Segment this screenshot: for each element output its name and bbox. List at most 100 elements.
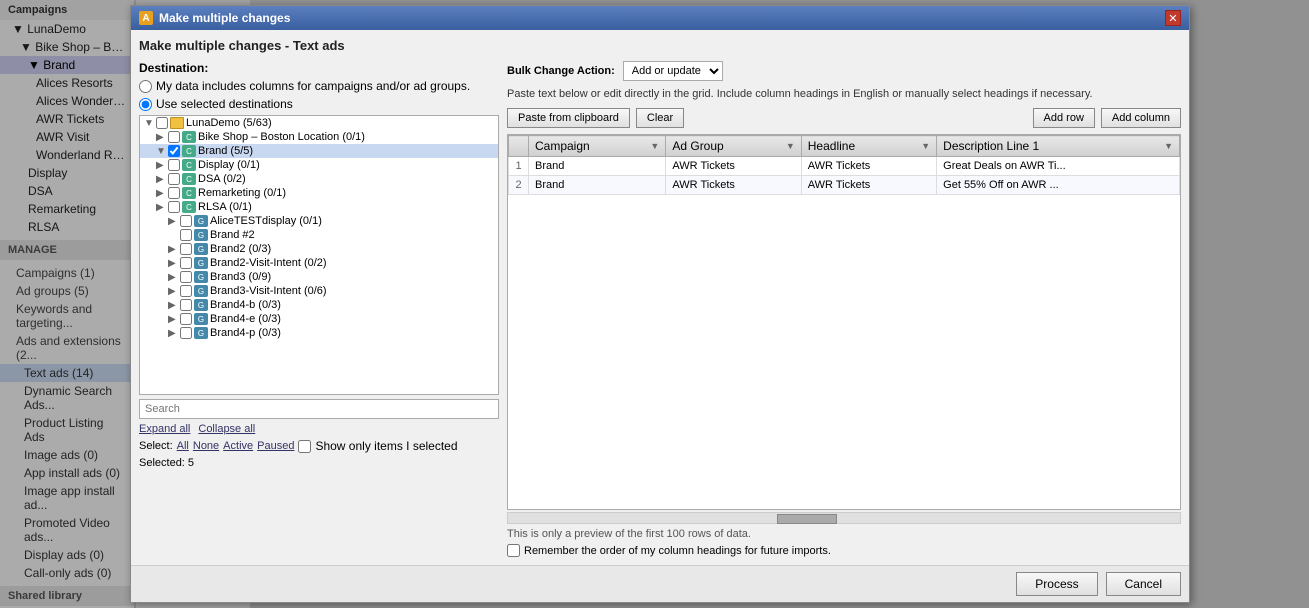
- tree-arrow-brand3: ▶: [168, 272, 178, 283]
- search-input[interactable]: [139, 399, 499, 419]
- tree-check-brand2-hash[interactable]: [180, 229, 192, 241]
- radio-columns[interactable]: [139, 80, 152, 93]
- tree-adgroup-icon-brand2visit: G: [194, 257, 208, 269]
- tree-rlsa[interactable]: ▶ C RLSA (0/1): [140, 200, 498, 214]
- grid-col-desc1[interactable]: Description Line 1 ▼: [937, 136, 1180, 157]
- select-active-link[interactable]: Active: [223, 440, 253, 452]
- grid-col-headline[interactable]: Headline ▼: [801, 136, 936, 157]
- add-row-button[interactable]: Add row: [1033, 108, 1095, 128]
- tree-check-alicetest[interactable]: [180, 215, 192, 227]
- tree-check-brand4b[interactable]: [180, 299, 192, 311]
- preview-note: This is only a preview of the first 100 …: [507, 528, 1181, 540]
- col-dropdown-arrow-headline: ▼: [921, 141, 930, 151]
- tree-dsa[interactable]: ▶ C DSA (0/2): [140, 172, 498, 186]
- tree-brand2-visit[interactable]: ▶ G Brand2-Visit-Intent (0/2): [140, 256, 498, 270]
- tree-label-brand3visit: Brand3-Visit-Intent (0/6): [210, 285, 327, 297]
- col-dropdown-arrow-adgroup: ▼: [786, 141, 795, 151]
- dialog-title: Make multiple changes: [159, 11, 290, 25]
- select-paused-link[interactable]: Paused: [257, 440, 294, 452]
- cancel-button[interactable]: Cancel: [1106, 572, 1181, 596]
- grid-col-campaign[interactable]: Campaign ▼: [529, 136, 666, 157]
- tree-adgroup-icon-brand3: G: [194, 271, 208, 283]
- radio-selected-label: Use selected destinations: [156, 97, 293, 111]
- tree-lunademo[interactable]: ▼ LunaDemo (5/63): [140, 116, 498, 130]
- row-1-adgroup[interactable]: AWR Tickets: [666, 157, 801, 176]
- tree-brand3[interactable]: ▶ G Brand3 (0/9): [140, 270, 498, 284]
- tree-label-rlsa: RLSA (0/1): [198, 201, 252, 213]
- bulk-grid: Campaign ▼ Ad Group ▼: [507, 134, 1181, 510]
- select-none-link[interactable]: None: [193, 440, 219, 452]
- horizontal-scrollbar[interactable]: [507, 512, 1181, 524]
- tree-check-brand[interactable]: [168, 145, 180, 157]
- tree-adgroup-icon-brand4p: G: [194, 327, 208, 339]
- tree-campaign-icon-remarketing: C: [182, 187, 196, 199]
- grid-col-adgroup[interactable]: Ad Group ▼: [666, 136, 801, 157]
- tree-brand4b[interactable]: ▶ G Brand4-b (0/3): [140, 298, 498, 312]
- tree-check-bikeshop[interactable]: [168, 131, 180, 143]
- radio-row-1: My data includes columns for campaigns a…: [139, 79, 499, 93]
- row-1-campaign[interactable]: Brand: [529, 157, 666, 176]
- radio-row-2: Use selected destinations: [139, 97, 499, 111]
- tree-check-rlsa[interactable]: [168, 201, 180, 213]
- tree-campaign-icon-display: C: [182, 159, 196, 171]
- tree-arrow-remarketing: ▶: [156, 188, 166, 199]
- scrollbar-thumb[interactable]: [777, 514, 837, 524]
- tree-brand4p[interactable]: ▶ G Brand4-p (0/3): [140, 326, 498, 340]
- row-2-campaign[interactable]: Brand: [529, 176, 666, 195]
- row-1-headline[interactable]: AWR Tickets: [801, 157, 936, 176]
- tree-display[interactable]: ▶ C Display (0/1): [140, 158, 498, 172]
- tree-arrow-dsa: ▶: [156, 174, 166, 185]
- tree-adgroup-icon-alicetest: G: [194, 215, 208, 227]
- radio-selected[interactable]: [139, 98, 152, 111]
- tree-campaign-icon-brand: C: [182, 145, 196, 157]
- tree-arrow-brand2-visit: ▶: [168, 258, 178, 269]
- tree-check-brand3[interactable]: [180, 271, 192, 283]
- row-2-desc1[interactable]: Get 55% Off on AWR ...: [937, 176, 1180, 195]
- tree-check-brand2-03[interactable]: [180, 243, 192, 255]
- tree-brand3-visit[interactable]: ▶ G Brand3-Visit-Intent (0/6): [140, 284, 498, 298]
- tree-bikeshop[interactable]: ▶ C Bike Shop – Boston Location (0/1): [140, 130, 498, 144]
- tree-check-brand2-visit[interactable]: [180, 257, 192, 269]
- tree-check-display[interactable]: [168, 159, 180, 171]
- tree-brand2-03[interactable]: ▶ G Brand2 (0/3): [140, 242, 498, 256]
- tree-check-brand3-visit[interactable]: [180, 285, 192, 297]
- row-1-desc1[interactable]: Great Deals on AWR Ti...: [937, 157, 1180, 176]
- expand-collapse-row: Expand all Collapse all: [139, 423, 499, 435]
- tree-arrow-brand: ▼: [156, 146, 166, 157]
- show-only-checkbox[interactable]: [298, 440, 311, 453]
- tree-label-dsa: DSA (0/2): [198, 173, 246, 185]
- process-button[interactable]: Process: [1016, 572, 1097, 596]
- col-header-adgroup: Ad Group ▼: [672, 139, 794, 153]
- tree-arrow-brand4e: ▶: [168, 314, 178, 325]
- expand-all-button[interactable]: Expand all: [139, 423, 190, 435]
- select-label: Select:: [139, 440, 173, 452]
- tree-check-lunademo[interactable]: [156, 117, 168, 129]
- tree-check-brand4e[interactable]: [180, 313, 192, 325]
- add-column-button[interactable]: Add column: [1101, 108, 1181, 128]
- tree-brand[interactable]: ▼ C Brand (5/5): [140, 144, 498, 158]
- destination-panel: Destination: My data includes columns fo…: [139, 61, 499, 557]
- row-2-headline[interactable]: AWR Tickets: [801, 176, 936, 195]
- tree-label-brand3: Brand3 (0/9): [210, 271, 271, 283]
- tree-brand2[interactable]: G Brand #2: [140, 228, 498, 242]
- col-header-headline: Headline ▼: [808, 139, 930, 153]
- dialog-close-button[interactable]: ✕: [1165, 10, 1181, 26]
- collapse-all-button[interactable]: Collapse all: [198, 423, 255, 435]
- tree-brand4e[interactable]: ▶ G Brand4-e (0/3): [140, 312, 498, 326]
- dialog-body: Make multiple changes - Text ads Destina…: [131, 30, 1189, 565]
- tree-remarketing[interactable]: ▶ C Remarketing (0/1): [140, 186, 498, 200]
- remember-checkbox[interactable]: [507, 544, 520, 557]
- bulk-action-select[interactable]: Add or update: [623, 61, 723, 81]
- tree-check-dsa[interactable]: [168, 173, 180, 185]
- col-header-campaign: Campaign ▼: [535, 139, 659, 153]
- tree-check-remarketing[interactable]: [168, 187, 180, 199]
- radio-columns-label: My data includes columns for campaigns a…: [156, 79, 470, 93]
- row-2-adgroup[interactable]: AWR Tickets: [666, 176, 801, 195]
- grid-col-num: [509, 136, 529, 157]
- bulk-action-label: Bulk Change Action:: [507, 65, 615, 77]
- paste-from-clipboard-button[interactable]: Paste from clipboard: [507, 108, 630, 128]
- clear-button[interactable]: Clear: [636, 108, 684, 128]
- tree-alicetest[interactable]: ▶ G AliceTESTdisplay (0/1): [140, 214, 498, 228]
- select-all-link[interactable]: All: [177, 440, 189, 452]
- tree-check-brand4p[interactable]: [180, 327, 192, 339]
